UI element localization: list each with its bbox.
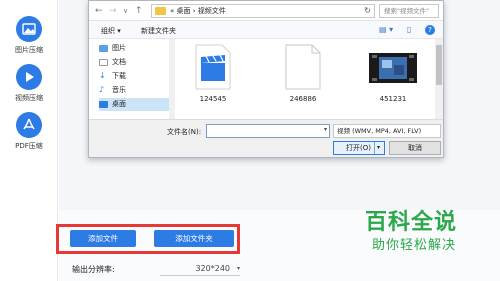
breadcrumb[interactable]: « 桌面 › 视频文件 ↻ (151, 4, 375, 18)
image-icon (16, 16, 42, 42)
sidebar-item-pdf-compress[interactable]: PDF压缩 (0, 112, 58, 151)
recent-locations-icon[interactable]: ∨ (123, 5, 128, 17)
music-icon: ♪ (99, 85, 105, 94)
cancel-button[interactable]: 取消 (389, 141, 441, 155)
file-list: 124545 246886 451231 (177, 39, 435, 119)
scrollbar-thumb[interactable] (436, 45, 442, 85)
refresh-icon[interactable]: ↻ (364, 5, 371, 17)
blank-file-icon (282, 43, 324, 91)
nav-item-label: 音乐 (112, 86, 126, 94)
file-item[interactable]: 124545 (183, 43, 243, 103)
nav-item-label: 桌面 (112, 100, 126, 108)
sidebar-item-label: 图片压缩 (15, 46, 43, 54)
nav-item-desktop[interactable]: 桌面 (99, 98, 173, 111)
resolution-value: 320*240 (195, 264, 230, 273)
open-button[interactable]: 打开(O) ▾ (333, 141, 385, 155)
documents-icon (99, 59, 108, 66)
add-folder-button[interactable]: 添加文件夹 (154, 230, 234, 247)
sidebar-item-label: PDF压缩 (15, 142, 43, 150)
navigation-pane: 图片 文档 ↓ 下载 ♪ 音乐 桌面 (89, 39, 175, 119)
watermark-title: 百科全说 (365, 210, 458, 235)
resolution-label: 输出分辨率: (72, 265, 115, 274)
sidebar-item-label: 视频压缩 (15, 94, 43, 102)
search-input[interactable]: 搜索"视频文件" (379, 4, 439, 18)
address-bar: ← → ∨ ↑ « 桌面 › 视频文件 ↻ 搜索"视频文件" (89, 1, 443, 21)
nav-item-pictures[interactable]: 图片 (99, 42, 173, 55)
new-folder-button[interactable]: 新建文件夹 (141, 26, 176, 36)
video-thumbnail-icon (368, 43, 418, 91)
file-item[interactable]: 246886 (273, 43, 333, 103)
organize-button[interactable]: 组织 ▾ (101, 26, 121, 36)
breadcrumb-text: « 桌面 › 视频文件 (170, 7, 226, 15)
dialog-toolbar: 组织 ▾ 新建文件夹 ▤ ▾ ▯ ? (89, 21, 443, 39)
nav-item-documents[interactable]: 文档 (99, 56, 173, 69)
preview-pane-icon[interactable]: ▯ (407, 25, 411, 34)
video-file-icon (192, 43, 234, 91)
file-open-dialog: ← → ∨ ↑ « 桌面 › 视频文件 ↻ 搜索"视频文件" 组织 ▾ 新建文件… (88, 0, 444, 158)
chevron-down-icon[interactable]: ▾ (324, 126, 327, 133)
up-icon[interactable]: ↑ (135, 5, 143, 17)
watermark-subtitle: 助你轻松解决 (372, 238, 457, 253)
back-icon[interactable]: ← (95, 5, 103, 17)
sidebar-item-image-compress[interactable]: 图片压缩 (0, 16, 58, 55)
file-type-select[interactable]: 视频 (WMV, MP4, AVI, FLV) (333, 124, 441, 138)
nav-item-label: 下载 (112, 72, 126, 80)
desktop-icon (99, 101, 108, 108)
file-name: 451231 (379, 95, 407, 103)
chevron-down-icon[interactable]: ▾ (377, 142, 380, 154)
open-button-label: 打开(O) (346, 144, 371, 152)
navigation-scrollbar[interactable] (169, 39, 175, 119)
filename-input[interactable]: ▾ (206, 124, 330, 138)
dialog-footer: 文件名(N): ▾ 视频 (WMV, MP4, AVI, FLV) 打开(O) … (89, 119, 443, 157)
filename-label: 文件名(N): (167, 128, 202, 136)
add-file-button[interactable]: 添加文件 (70, 230, 136, 247)
file-item[interactable]: 451231 (363, 43, 423, 103)
button-divider (374, 142, 375, 154)
pictures-icon (99, 45, 108, 52)
chevron-down-icon: ▾ (236, 265, 240, 272)
pdf-icon (16, 112, 42, 138)
file-list-scrollbar[interactable] (435, 39, 443, 119)
play-icon (16, 64, 42, 90)
forward-icon[interactable]: → (109, 5, 117, 17)
search-placeholder: 搜索"视频文件" (384, 7, 429, 15)
help-icon[interactable]: ? (425, 25, 435, 35)
view-options-icon[interactable]: ▤ ▾ (379, 25, 393, 34)
file-type-value: 视频 (WMV, MP4, AVI, FLV) (337, 127, 422, 135)
nav-item-label: 图片 (112, 44, 126, 52)
nav-item-downloads[interactable]: ↓ 下载 (99, 70, 173, 83)
downloads-icon: ↓ (99, 71, 106, 80)
file-name: 124545 (199, 95, 227, 103)
nav-item-label: 文档 (112, 58, 126, 66)
folder-icon (155, 7, 166, 15)
sidebar: 图片压缩 视频压缩 PDF压缩 (0, 0, 58, 281)
sidebar-item-video-compress[interactable]: 视频压缩 (0, 64, 58, 103)
file-name: 246886 (289, 95, 317, 103)
nav-item-music[interactable]: ♪ 音乐 (99, 84, 173, 97)
resolution-select[interactable]: 320*240 ▾ (160, 262, 240, 276)
